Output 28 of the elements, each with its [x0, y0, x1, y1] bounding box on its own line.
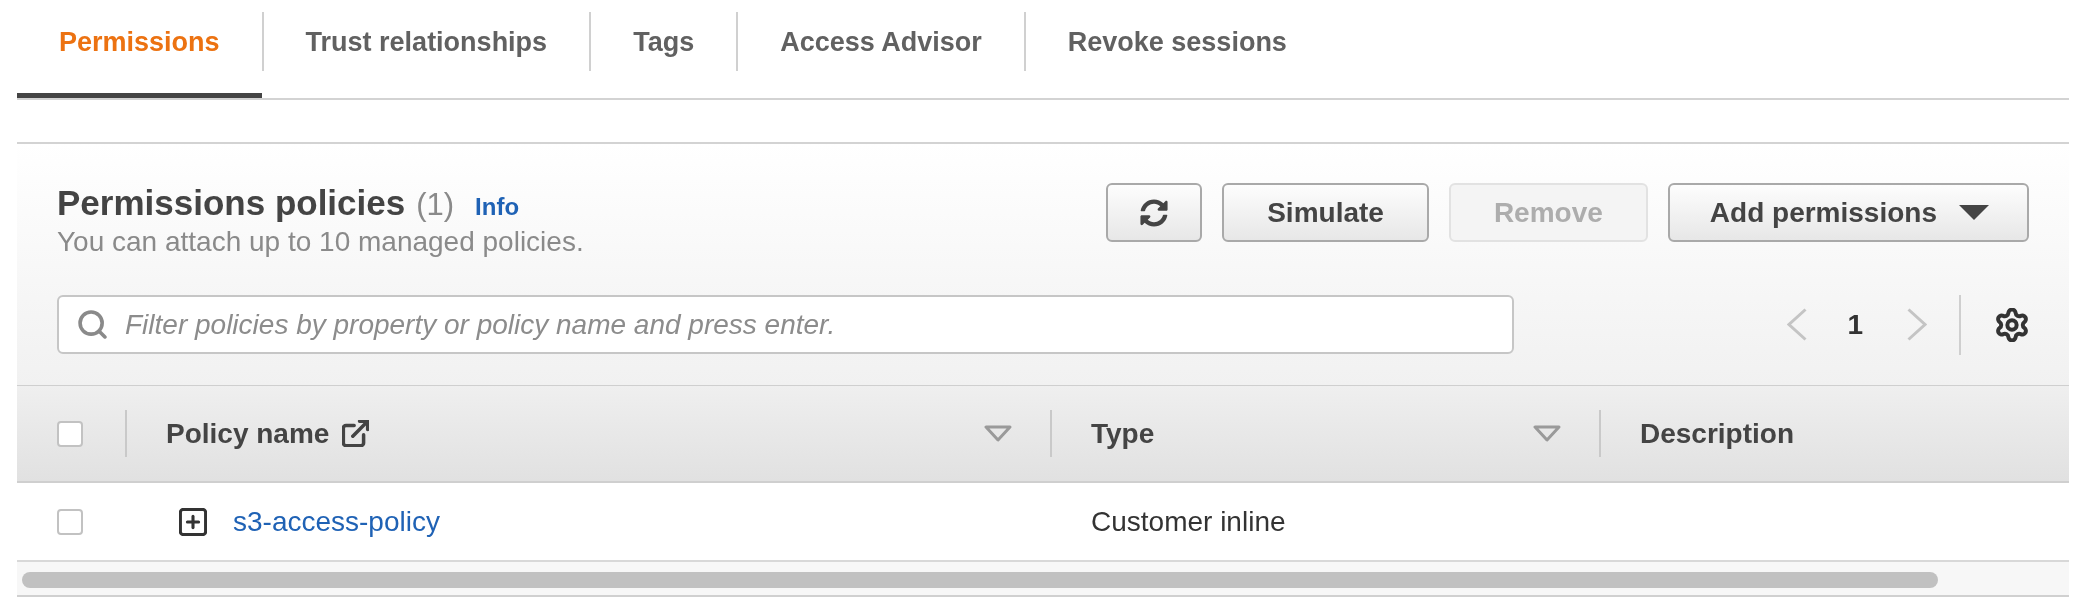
checkbox[interactable] — [57, 508, 83, 535]
tab[interactable]: Tags — [591, 0, 737, 98]
tab[interactable]: Trust relationships — [263, 0, 590, 98]
column-header[interactable]: Type — [1091, 417, 1155, 450]
column-header: Description — [1640, 417, 1795, 450]
sort-caret-icon[interactable] — [984, 425, 1012, 442]
external-link-icon[interactable] — [342, 420, 370, 447]
checkbox[interactable] — [57, 420, 83, 447]
sort-caret-icon[interactable] — [1533, 425, 1561, 442]
search-field[interactable]: Filter policies by property or policy name and press enter. — [57, 295, 1514, 354]
action-button[interactable]: Simulate — [1222, 183, 1429, 242]
refresh-icon — [1140, 198, 1169, 227]
info-link[interactable]: Info — [475, 187, 520, 227]
scrollbar-thumb[interactable] — [22, 572, 1938, 588]
panel-title: Permissions policies — [57, 183, 406, 223]
settings-icon[interactable] — [1995, 307, 2029, 342]
caret-down-icon — [1959, 205, 1989, 220]
tab[interactable]: Revoke sessions — [1025, 0, 1329, 98]
table-cell: Customer inline — [1091, 505, 1286, 538]
page-button[interactable]: 1 — [1847, 308, 1863, 341]
policy-link[interactable]: s3-access-policy — [233, 505, 440, 538]
column-header[interactable]: Policy name — [166, 417, 330, 450]
search-icon — [78, 310, 107, 339]
tab[interactable]: Access Advisor — [738, 0, 1024, 98]
refresh-button[interactable] — [1106, 183, 1203, 242]
panel-description: You can attach up to 10 managed policies. — [57, 226, 584, 258]
item-count: (1) — [416, 186, 455, 224]
dropdown-button[interactable]: Add permissions — [1667, 183, 2029, 242]
